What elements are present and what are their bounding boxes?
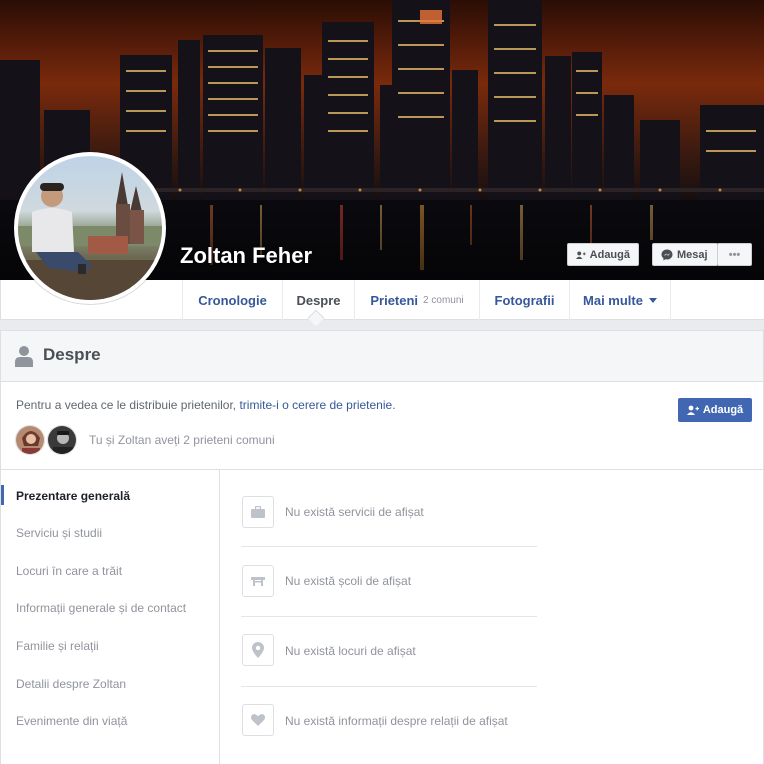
section-work-education[interactable]: Serviciu și studii [16, 526, 102, 540]
tab-more[interactable]: Mai multe [569, 280, 671, 320]
row-divider [241, 546, 537, 547]
row-divider [241, 616, 537, 617]
ellipsis-icon: ••• [728, 248, 741, 261]
notice-end: . [392, 398, 396, 412]
avatar-photo [18, 156, 162, 300]
profile-page: Zoltan Feher Adaugă Mesaj ••• Cronologie… [0, 0, 764, 764]
messenger-icon [661, 249, 673, 260]
heart-icon [242, 704, 274, 736]
overview-row-work: Nu există servicii de afișat [241, 487, 537, 557]
tab-friends-label: Prieteni [370, 292, 419, 308]
more-options-button[interactable]: ••• [717, 243, 752, 266]
briefcase-icon [242, 496, 274, 528]
overview-row-education: Nu există școli de afișat [241, 556, 537, 626]
mutual-friend-photo [16, 426, 44, 454]
row-divider [241, 686, 537, 687]
message-button[interactable]: Mesaj [652, 243, 718, 266]
tab-more-label: Mai multe [583, 292, 643, 308]
about-sidebar: Prezentare generală Serviciu și studii L… [1, 470, 220, 764]
mutual-friends-count: 2 comuni [423, 294, 464, 306]
add-friend-icon [686, 405, 699, 415]
add-friend-primary-label: Adaugă [702, 404, 744, 416]
mutual-friends: Tu și Zoltan aveți 2 prieteni comuni [15, 425, 275, 455]
mutual-friend-photo [48, 426, 76, 454]
about-panel: Despre Pentru a vedea ce le distribuie p… [0, 330, 764, 764]
overview-row-places: Nu există locuri de afișat [241, 626, 537, 696]
about-header: Despre [1, 331, 763, 382]
add-friend-primary-button[interactable]: Adaugă [678, 398, 752, 422]
add-friend-button[interactable]: Adaugă [567, 243, 639, 266]
tab-friends[interactable]: Prieteni 2 comuni [354, 280, 479, 320]
profile-avatar[interactable] [14, 152, 166, 304]
add-friend-icon [576, 250, 586, 259]
friend-request-notice: Pentru a vedea ce le distribuie prieteni… [16, 398, 396, 412]
tab-photos-label: Fotografii [494, 292, 555, 308]
tab-timeline[interactable]: Cronologie [182, 280, 282, 320]
message-label: Mesaj [677, 248, 708, 261]
caret-down-icon [648, 297, 657, 303]
overview-row-text: Nu există școli de afișat [285, 574, 412, 588]
mutual-friend-avatar[interactable] [15, 425, 45, 455]
about-title: Despre [43, 345, 101, 364]
location-pin-icon [242, 634, 274, 666]
section-overview[interactable]: Prezentare generală [16, 489, 130, 503]
section-contact-info[interactable]: Informații generale și de contact [16, 601, 186, 615]
overview-row-relationship: Nu există informații despre relații de a… [241, 696, 537, 764]
school-icon [242, 565, 274, 597]
section-places-lived[interactable]: Locuri în care a trăit [16, 564, 122, 578]
avatar-scene [18, 172, 162, 300]
section-life-events[interactable]: Evenimente din viață [16, 714, 127, 728]
tab-about-label: Despre [296, 292, 341, 308]
section-family-relationships[interactable]: Familie și relații [16, 639, 99, 653]
notice-text: Pentru a vedea ce le distribuie prieteni… [16, 398, 240, 412]
overview-row-text: Nu există informații despre relații de a… [285, 714, 508, 728]
overview-row-text: Nu există locuri de afișat [285, 644, 416, 658]
section-details[interactable]: Detalii despre Zoltan [16, 677, 126, 691]
overview-row-text: Nu există servicii de afișat [285, 505, 424, 519]
tab-timeline-label: Cronologie [198, 292, 267, 308]
mutual-friends-text: Tu și Zoltan aveți 2 prieteni comuni [89, 433, 275, 447]
person-icon [15, 346, 33, 367]
tab-photos[interactable]: Fotografii [479, 280, 569, 320]
mutual-friend-avatar[interactable] [47, 425, 77, 455]
active-section-indicator [1, 485, 4, 505]
profile-name[interactable]: Zoltan Feher [180, 243, 312, 269]
add-friend-label: Adaugă [589, 248, 630, 261]
send-friend-request-link[interactable]: trimite-i o cerere de prietenie [239, 398, 392, 412]
